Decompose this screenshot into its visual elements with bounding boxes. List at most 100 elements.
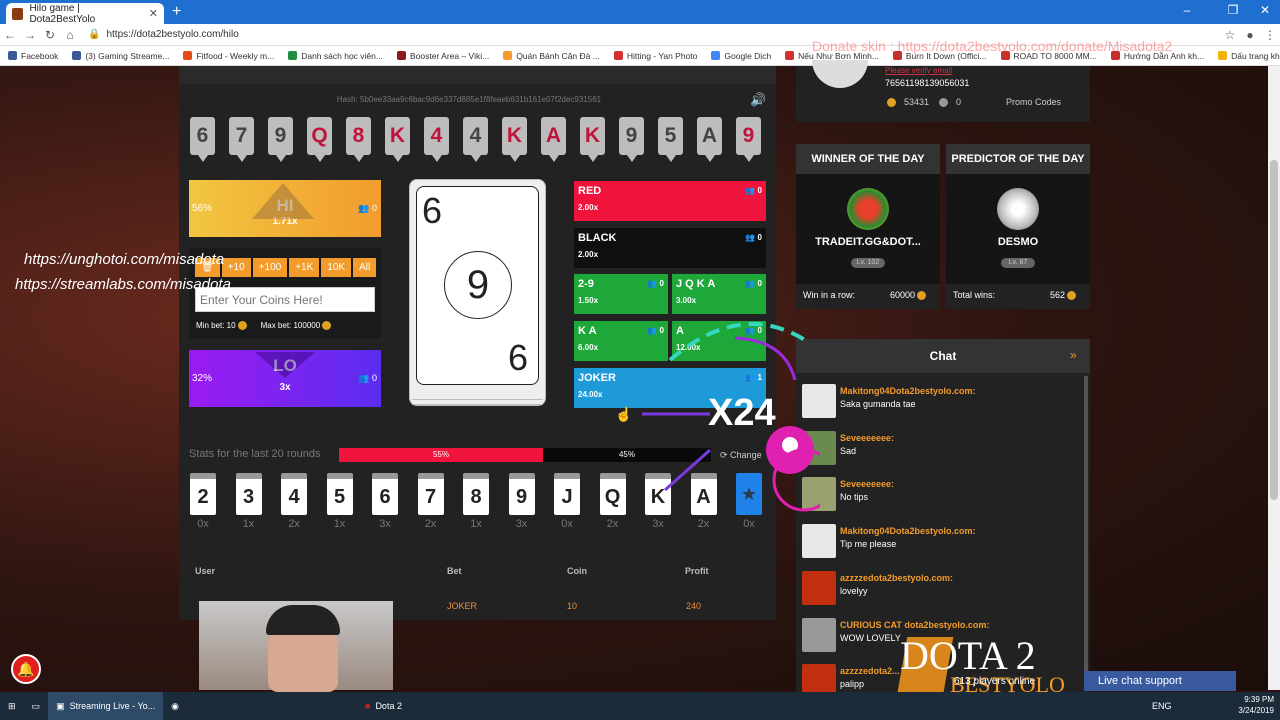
chat-text: Saka gumanda tae	[840, 399, 916, 409]
bet-add-button[interactable]: 10K	[321, 258, 352, 277]
chat-username[interactable]: CURIOUS CAT dota2bestyolo.com:	[840, 620, 989, 630]
sound-icon[interactable]: 🔊	[750, 92, 766, 108]
browser-tab[interactable]: Hilo game | Dota2BestYolo ✕	[6, 3, 164, 25]
winner-of-day-card: WINNER OF THE DAY TRADEIT.GG&DOT... Lv. …	[796, 144, 940, 309]
minimize-icon[interactable]: –	[1176, 3, 1198, 17]
chat-avatar[interactable]	[802, 570, 836, 605]
taskbar-item-dota[interactable]: ■ Dota 2	[357, 692, 410, 720]
chat-username[interactable]: azzzzedota2bestyolo.com:	[840, 573, 953, 583]
chat-username[interactable]: Makitong04Dota2bestyolo.com:	[840, 386, 976, 396]
history-card: 8	[346, 117, 371, 162]
side-bet-users: 👥 0	[745, 233, 762, 242]
chat-username[interactable]: azzzzedota2...	[840, 666, 900, 676]
bet-add-button[interactable]: +10	[221, 258, 251, 277]
stat-card: 7	[417, 473, 444, 515]
side-bet-button[interactable]: BLACK 2.00x 👥 0	[574, 228, 766, 268]
back-icon[interactable]: ←	[0, 28, 20, 42]
stat-card-count: 1x	[333, 518, 346, 530]
taskbar-item-streaming[interactable]: ▣ Streaming Live - Yo...	[48, 692, 164, 720]
clock-time: 9:39 PM	[1244, 695, 1274, 704]
side-bet-name: RED	[578, 185, 602, 197]
system-clock[interactable]: 9:39 PM 3/24/2019	[1238, 694, 1274, 716]
maximize-icon[interactable]: ❐	[1222, 3, 1244, 17]
bet-add-button[interactable]: +1K	[289, 258, 320, 277]
bookmark-item[interactable]: Quán Bánh Căn Đà ...	[503, 51, 600, 61]
side-bet-button[interactable]: RED 2.00x 👥 0	[574, 181, 766, 221]
history-card: 9	[268, 117, 293, 162]
row-bet: JOKER	[447, 601, 478, 611]
lo-multiplier: 3x	[279, 382, 291, 393]
winner-name: TRADEIT.GG&DOT...	[815, 236, 921, 248]
start-icon[interactable]: ⊞	[0, 692, 24, 720]
bookmark-favicon-icon	[711, 51, 721, 60]
chat-avatar[interactable]	[802, 617, 836, 652]
users-icon: 👥	[745, 233, 756, 242]
page-scrollbar[interactable]	[1270, 160, 1278, 500]
verify-email-link[interactable]: Please verify email	[885, 66, 952, 75]
chat-username[interactable]: Seveeeeeee:	[840, 479, 894, 489]
chat-username[interactable]: Makitong04Dota2bestyolo.com:	[840, 526, 976, 536]
balance: 53431 0	[885, 97, 961, 107]
bookmark-item[interactable]: Dấu trang khác	[1218, 51, 1280, 61]
bookmark-item[interactable]: Facebook	[8, 51, 58, 61]
predictor-avatar[interactable]	[997, 188, 1039, 230]
bookmark-item[interactable]: Booster Area – Viki...	[396, 51, 489, 61]
url-text: https://dota2bestyolo.com/hilo	[106, 29, 239, 40]
bookmark-favicon-icon	[72, 51, 82, 60]
stat-card-count: 2x	[424, 518, 437, 530]
star-icon[interactable]: ☆	[1220, 28, 1240, 42]
stat-card: 2	[190, 473, 216, 515]
task-view-icon[interactable]: ▭	[24, 692, 49, 720]
history-card: 6	[190, 117, 215, 162]
col-user: User	[195, 566, 216, 576]
overlay-link-1: https://unghotoi.com/misadota	[24, 251, 225, 268]
deck-edge	[412, 399, 543, 405]
stats-label: Stats for the last 20 rounds	[189, 448, 321, 460]
stat-card: J	[554, 473, 580, 515]
bookmark-item[interactable]: Danh sách học viên...	[288, 51, 383, 61]
history-card: 9	[736, 117, 761, 162]
bet-add-button[interactable]: +100	[252, 258, 288, 277]
notification-bell-icon[interactable]: 🔔	[11, 654, 41, 684]
users-icon: 👥	[647, 279, 658, 288]
game-menu-strip	[179, 66, 776, 84]
menu-icon[interactable]: ⋮	[1260, 28, 1280, 42]
chat-username[interactable]: Seveeeeeee:	[840, 433, 894, 443]
predictor-title: PREDICTOR OF THE DAY	[946, 144, 1090, 174]
collapse-chat-icon[interactable]: »	[1070, 348, 1077, 362]
forward-icon[interactable]: →	[20, 28, 40, 42]
overlay-arc-purple	[734, 336, 797, 381]
reload-icon[interactable]: ↻	[40, 28, 60, 42]
winner-avatar[interactable]	[847, 188, 889, 230]
bookmark-item[interactable]: Hitting - Yan Photo	[613, 51, 697, 61]
bookmark-item[interactable]: (3) Gaming Streame...	[72, 51, 169, 61]
side-bet-button[interactable]: J Q K A 3.00x 👥 0	[672, 274, 766, 314]
new-tab-icon[interactable]: +	[172, 3, 188, 21]
account-avatar-icon[interactable]: ●	[1240, 28, 1260, 42]
bet-add-button[interactable]: All	[353, 258, 377, 277]
stat-card: 6	[372, 473, 398, 515]
bookmark-favicon-icon	[503, 51, 513, 60]
chrome-icon[interactable]: ◉	[163, 692, 187, 720]
stat-card-count: 0x	[197, 518, 209, 530]
side-bet-users: 👥 0	[745, 186, 762, 195]
bookmark-item[interactable]: Fitfood - Weekly m...	[183, 51, 274, 61]
stat-card: 3	[235, 473, 262, 515]
predictor-level: Lv. 87	[1001, 258, 1035, 268]
chat-scrollbar[interactable]	[1084, 376, 1088, 676]
bet-limits: Min bet: 10 Max bet: 100000	[196, 321, 332, 331]
coin-balance: 53431	[904, 97, 930, 107]
home-icon[interactable]: ⌂	[60, 28, 80, 42]
bookmark-favicon-icon	[1218, 51, 1228, 60]
close-window-icon[interactable]: ✕	[1254, 3, 1276, 17]
hi-percent: 56%	[192, 203, 213, 214]
live-chat-support-button[interactable]: Live chat support	[1084, 671, 1236, 691]
coin-icon	[917, 291, 926, 301]
close-tab-icon[interactable]: ✕	[149, 7, 158, 20]
side-bet-multiplier: 2.00x	[578, 203, 599, 212]
side-bet-button[interactable]: 2-9 1.50x 👥 0	[574, 274, 668, 314]
language-indicator[interactable]: ENG	[1152, 701, 1172, 711]
chat-message: Makitong04Dota2bestyolo.com: Saka gumanda…	[802, 384, 1082, 424]
promo-codes-link[interactable]: Promo Codes	[1006, 97, 1061, 107]
bookmark-item[interactable]: Google Dịch	[711, 51, 771, 61]
